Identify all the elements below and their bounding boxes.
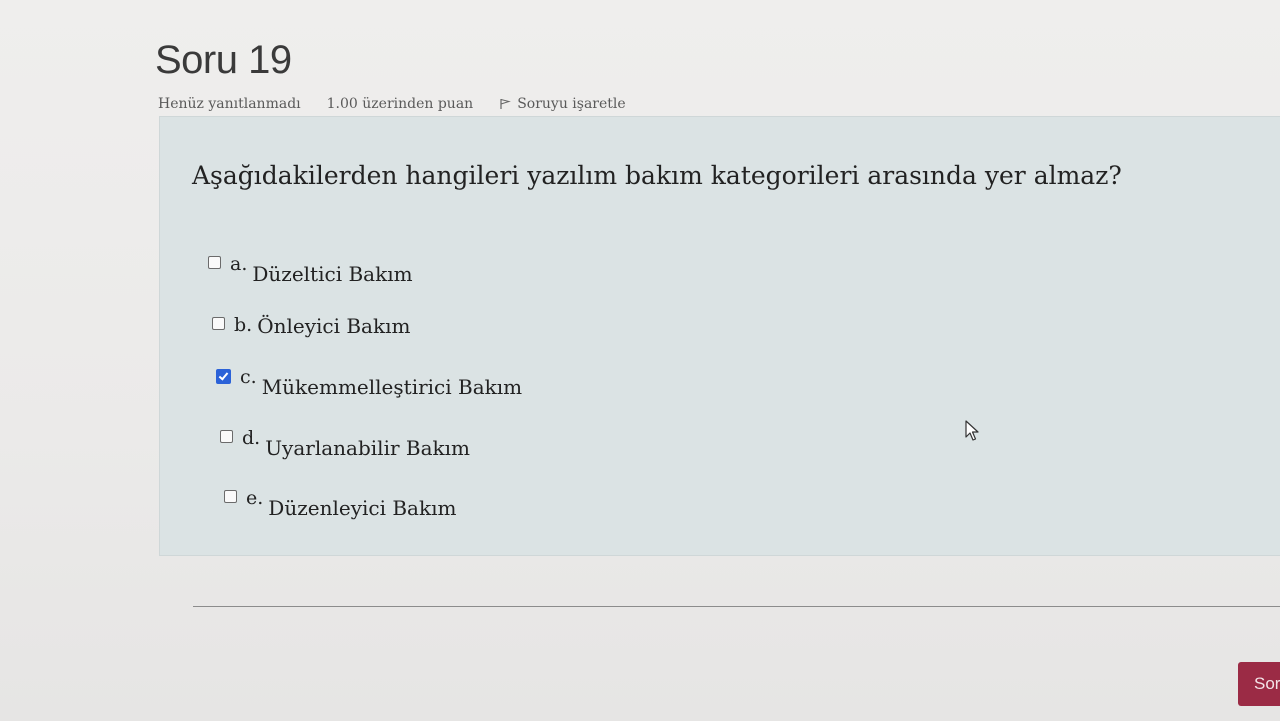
answer-option-e[interactable]: e. Düzenleyici Bakım (224, 487, 456, 520)
checkbox-icon[interactable] (208, 256, 221, 269)
answer-option-d[interactable]: d. Uyarlanabilir Bakım (220, 427, 470, 460)
question-title: Soru 19 (155, 38, 292, 82)
option-letter: d. (242, 427, 261, 449)
option-letter: a. (230, 253, 248, 275)
checkbox-icon[interactable] (224, 490, 237, 503)
option-text: Düzenleyici Bakım (268, 496, 457, 520)
option-text: Önleyici Bakım (257, 314, 411, 338)
question-status: Henüz yanıtlanmadı (158, 96, 301, 112)
question-info: Henüz yanıtlanmadı 1.00 üzerinden puan S… (158, 96, 678, 112)
next-page-button[interactable]: Sor (1238, 662, 1280, 706)
answer-option-a[interactable]: a. Düzeltici Bakım (208, 253, 413, 286)
question-box: Aşağıdakilerden hangileri yazılım bakım … (160, 117, 1280, 555)
checkbox-icon[interactable] (216, 369, 231, 384)
answer-option-b[interactable]: b. Önleyici Bakım (212, 314, 410, 338)
option-letter: c. (240, 366, 257, 388)
checkbox-icon[interactable] (212, 317, 225, 330)
option-letter: b. (234, 314, 253, 336)
option-text: Düzeltici Bakım (252, 262, 413, 286)
mouse-cursor-icon (965, 420, 979, 441)
flag-question-link[interactable]: Soruyu işaretle (499, 96, 651, 112)
question-points: 1.00 üzerinden puan (326, 96, 474, 112)
flag-icon (500, 99, 512, 109)
flag-question-label: Soruyu işaretle (517, 96, 626, 112)
option-text: Mükemmelleştirici Bakım (261, 375, 523, 399)
option-letter: e. (246, 487, 264, 509)
quiz-page: Soru 19 Henüz yanıtlanmadı 1.00 üzerinde… (0, 0, 1280, 721)
divider (193, 606, 1280, 607)
question-text: Aşağıdakilerden hangileri yazılım bakım … (192, 161, 1122, 190)
option-text: Uyarlanabilir Bakım (265, 436, 470, 460)
checkbox-icon[interactable] (220, 430, 233, 443)
answer-option-c[interactable]: c. Mükemmelleştirici Bakım (216, 366, 522, 399)
